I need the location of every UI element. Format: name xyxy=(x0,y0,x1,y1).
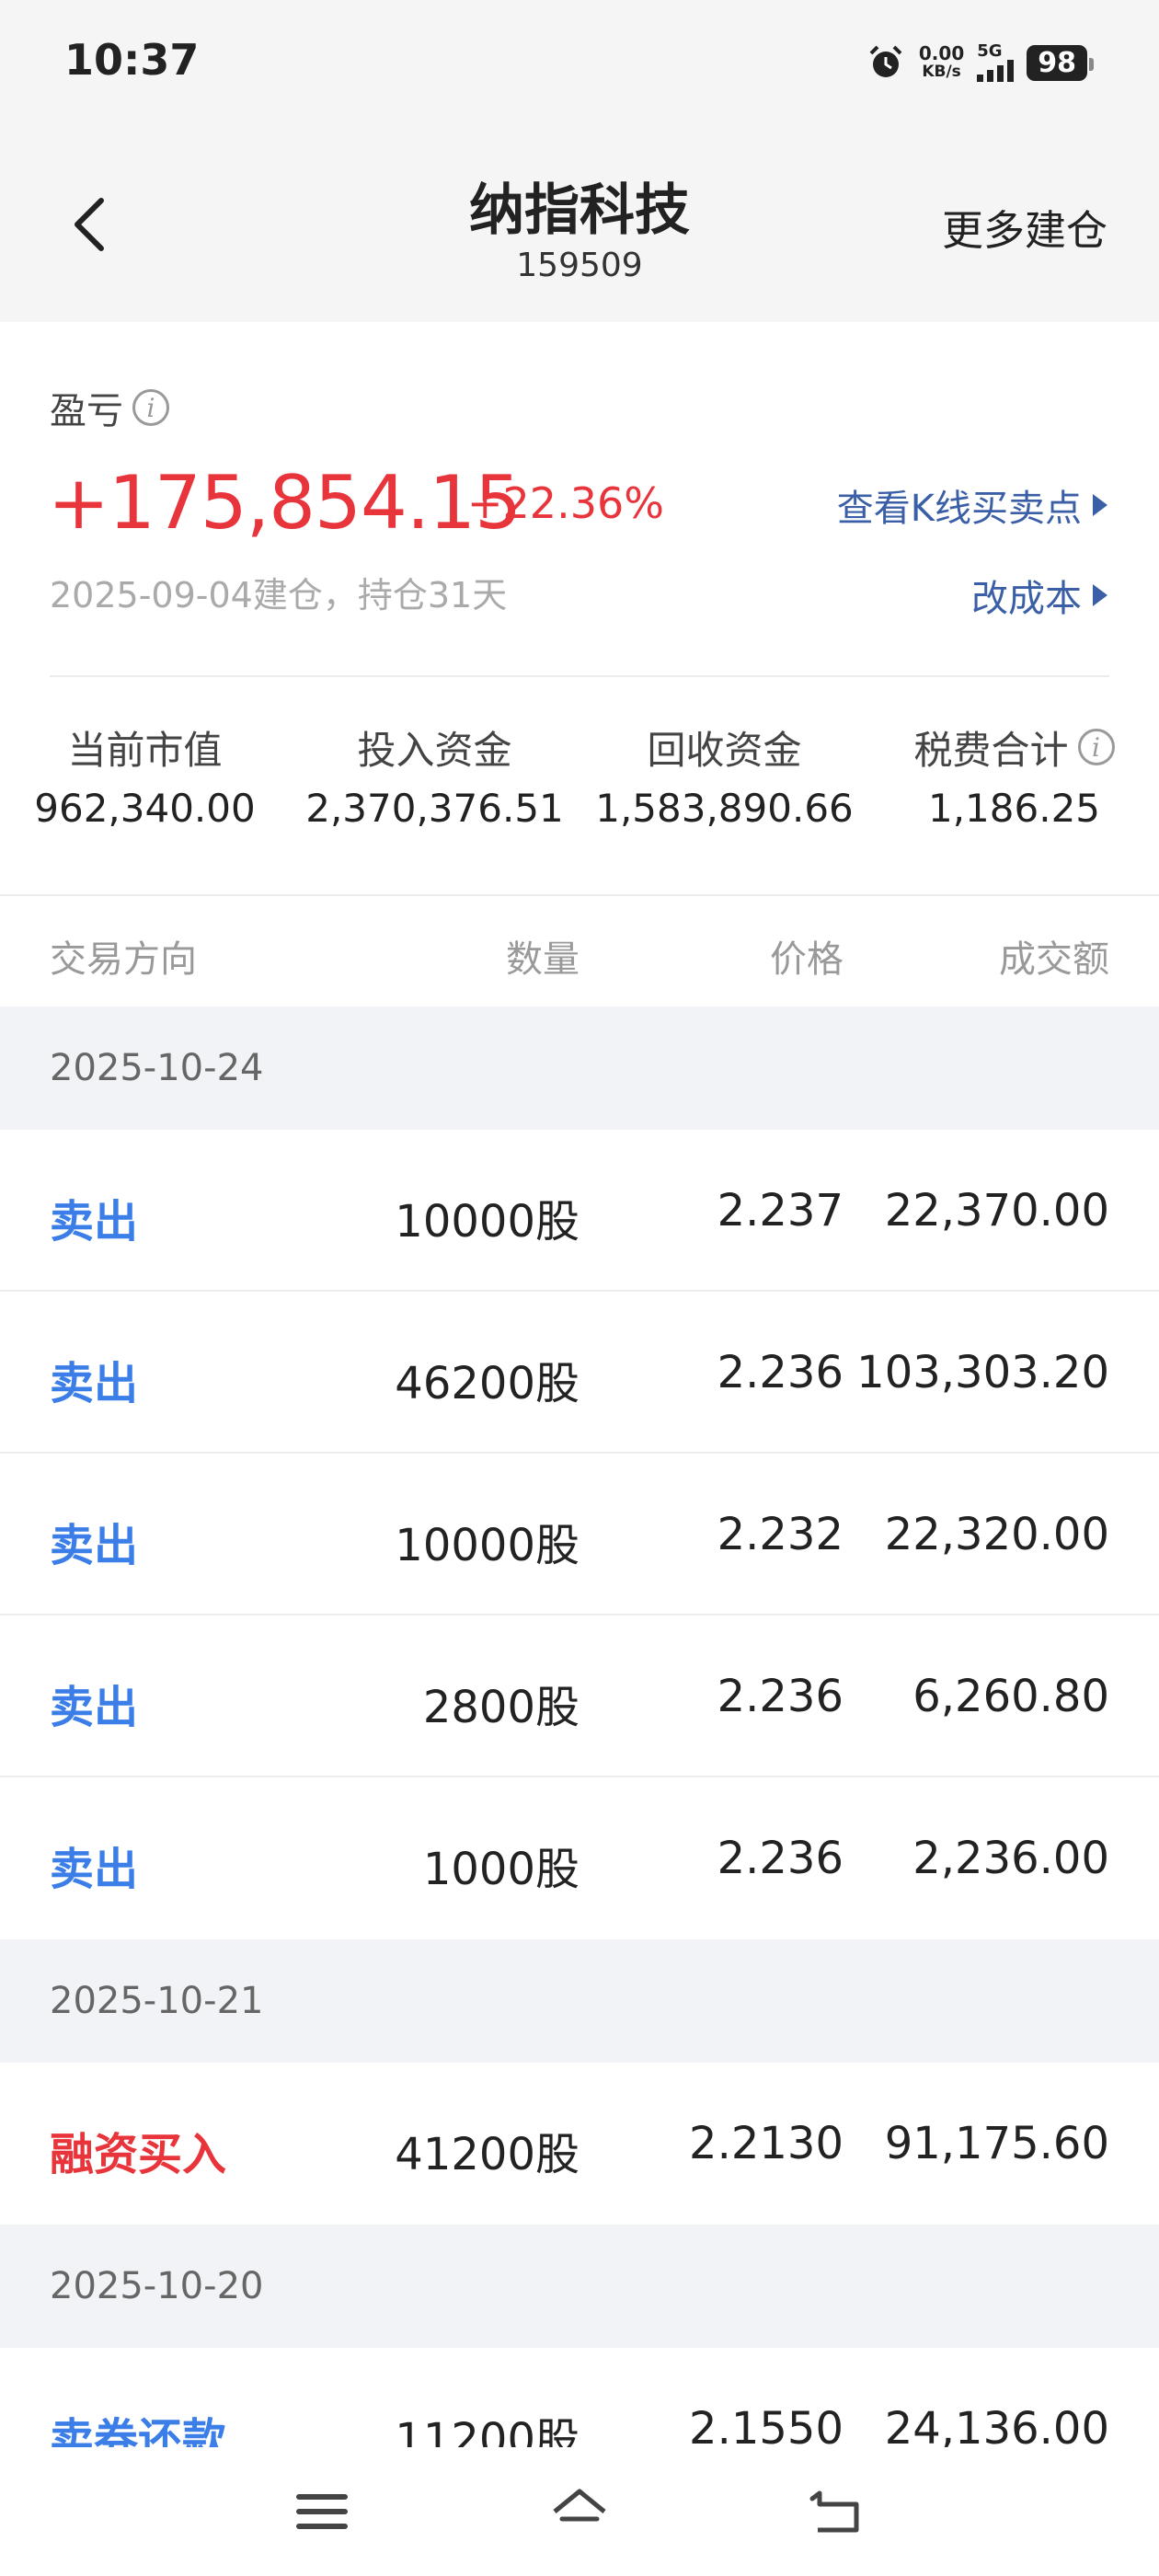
status-time: 10:37 xyxy=(64,35,200,85)
trade-quantity: 41200股 xyxy=(395,2129,580,2180)
trade-row[interactable]: 卖出 2800股 2.236 6,260.80 xyxy=(0,1616,1159,1777)
divider xyxy=(50,675,1109,677)
home-icon[interactable] xyxy=(547,2484,612,2539)
pl-value: +175,854.15 xyxy=(48,460,522,546)
trade-quantity: 46200股 xyxy=(395,1358,580,1409)
net-speed: 0.00 KB/s xyxy=(918,42,965,81)
trade-amount: 22,370.00 xyxy=(884,1185,1109,1236)
pl-percent: +22.36% xyxy=(467,478,664,528)
trade-amount: 22,320.00 xyxy=(884,1509,1109,1560)
battery-icon: 98 xyxy=(1027,44,1094,81)
signal-bars-icon xyxy=(977,60,1015,82)
trade-row[interactable]: 融资买入 41200股 2.2130 91,175.60 xyxy=(0,2063,1159,2225)
signal-indicator: 5G xyxy=(977,43,1015,82)
info-icon[interactable]: i xyxy=(1077,729,1115,765)
trade-amount: 6,260.80 xyxy=(912,1671,1109,1722)
trade-row[interactable]: 卖出 46200股 2.236 103,303.20 xyxy=(0,1292,1159,1454)
trade-price: 2.2130 xyxy=(689,2118,843,2169)
trade-price: 2.237 xyxy=(717,1185,843,1236)
trade-quantity: 10000股 xyxy=(395,1196,580,1248)
stats-row: 当前市值 962,340.00 投入资金 2,370,376.51 回收资金 1… xyxy=(0,719,1159,831)
triangle-right-icon xyxy=(1093,584,1107,606)
status-bar: 10:37 0.00 KB/s 5G 98 xyxy=(0,0,1159,129)
header-amount: 成交额 xyxy=(999,938,1109,981)
trade-row[interactable]: 卖出 10000股 2.232 22,320.00 xyxy=(0,1454,1159,1616)
holding-since: 2025-09-04建仓，持仓31天 xyxy=(50,575,508,615)
date-group-header: 2025-10-20 xyxy=(0,2225,1159,2348)
alarm-icon xyxy=(869,45,902,77)
stat-recovered: 回收资金 1,583,890.66 xyxy=(595,727,854,832)
pl-label: 盈亏 i xyxy=(50,381,169,434)
trade-row[interactable]: 卖出 1000股 2.236 2,236.00 xyxy=(0,1777,1159,1939)
trade-direction: 卖出 xyxy=(50,1682,139,1733)
change-cost-link[interactable]: 改成本 xyxy=(971,569,1107,622)
trade-direction: 卖出 xyxy=(50,1358,139,1409)
trade-price: 2.236 xyxy=(717,1671,843,1722)
trade-amount: 91,175.60 xyxy=(884,2118,1109,2169)
position-summary: 盈亏 i +175,854.15 +22.36% 查看K线买卖点 2025-09… xyxy=(0,322,1159,892)
trade-quantity: 1000股 xyxy=(422,1844,580,1895)
trade-direction: 卖出 xyxy=(50,1844,139,1895)
trade-price: 2.236 xyxy=(717,1833,843,1884)
back-nav-icon[interactable] xyxy=(805,2484,869,2539)
trade-price: 2.232 xyxy=(717,1509,843,1560)
triangle-right-icon xyxy=(1093,494,1107,516)
trade-amount: 103,303.20 xyxy=(856,1347,1109,1398)
table-header: 交易方向 数量 价格 成交额 xyxy=(0,896,1159,1006)
header-direction: 交易方向 xyxy=(50,938,197,981)
trade-quantity: 10000股 xyxy=(395,1520,580,1571)
kline-link[interactable]: 查看K线买卖点 xyxy=(837,478,1107,532)
trade-quantity: 2800股 xyxy=(422,1682,580,1733)
trade-row[interactable]: 卖出 10000股 2.237 22,370.00 xyxy=(0,1130,1159,1292)
trade-amount: 2,236.00 xyxy=(912,1833,1109,1884)
date-group-header: 2025-10-21 xyxy=(0,1939,1159,2063)
header-price: 价格 xyxy=(770,938,843,981)
trade-direction: 融资买入 xyxy=(50,2129,227,2180)
stat-fees: 税费合计 i 1,186.25 xyxy=(869,719,1159,831)
trade-price: 2.236 xyxy=(717,1347,843,1398)
status-icons: 0.00 KB/s 5G 98 xyxy=(866,35,1094,90)
date-group-header: 2025-10-24 xyxy=(0,1006,1159,1130)
stat-invested: 投入资金 2,370,376.51 xyxy=(305,727,564,832)
system-nav-bar xyxy=(0,2447,1159,2576)
menu-icon[interactable] xyxy=(290,2484,354,2539)
trade-direction: 卖出 xyxy=(50,1196,139,1248)
trade-direction: 卖出 xyxy=(50,1520,139,1571)
info-icon[interactable]: i xyxy=(132,389,169,426)
header-quantity: 数量 xyxy=(506,938,580,981)
top-header: 纳指科技 159509 更多建仓 xyxy=(0,129,1159,322)
more-positions-button[interactable]: 更多建仓 xyxy=(942,197,1107,257)
stat-market-value: 当前市值 962,340.00 xyxy=(34,727,256,832)
